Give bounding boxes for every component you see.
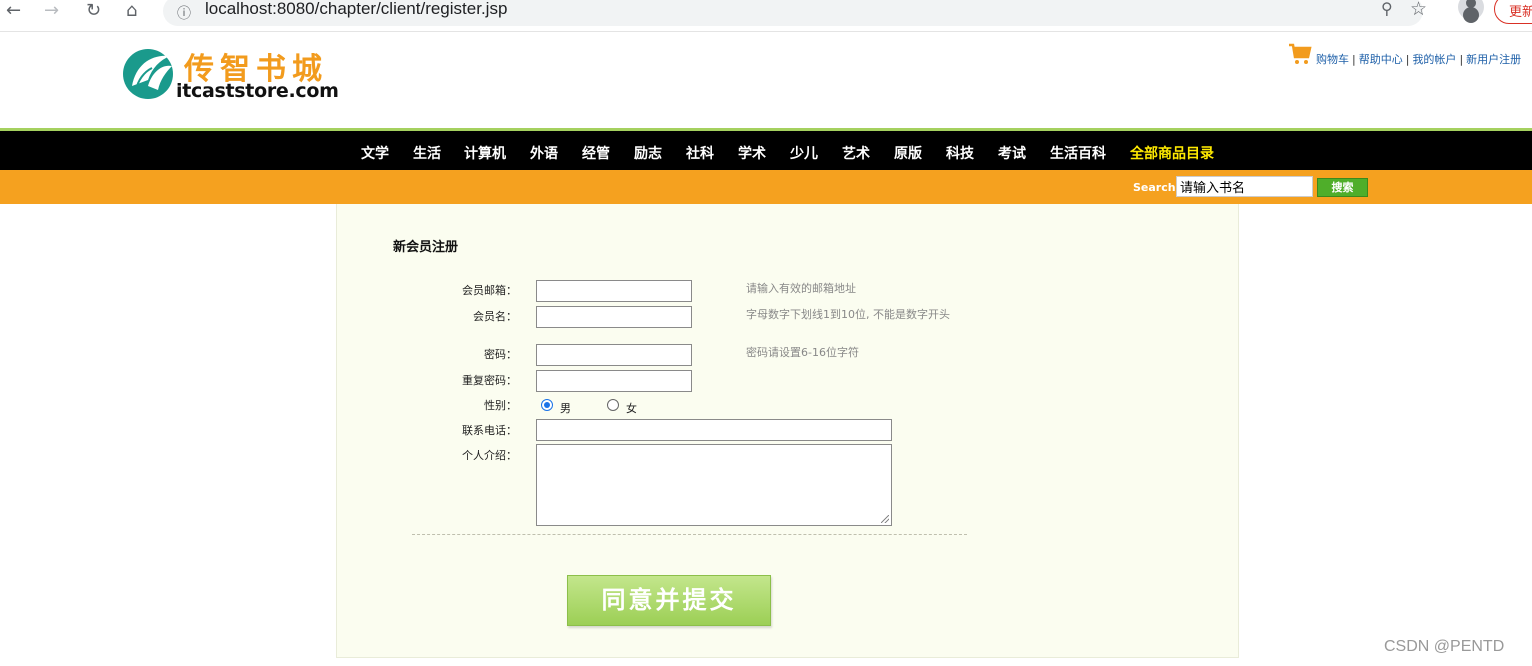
link-help[interactable]: 帮助中心: [1359, 53, 1403, 66]
logo-domain: itcaststore.com: [176, 80, 339, 102]
nav-item[interactable]: 科技: [946, 143, 974, 163]
forward-icon[interactable]: →: [44, 0, 59, 22]
category-nav: 文学 生活 计算机 外语 经管 励志 社科 学术 少儿 艺术 原版 科技 考试 …: [0, 128, 1532, 170]
submit-button[interactable]: 同意并提交: [567, 575, 771, 626]
password-field[interactable]: [536, 344, 692, 366]
search-label: Search: [1133, 181, 1176, 194]
zoom-icon[interactable]: ⚲: [1381, 0, 1393, 18]
form-title: 新会员注册: [393, 240, 459, 255]
gender-label: 性别：: [484, 399, 517, 412]
link-account[interactable]: 我的帐户: [1412, 53, 1456, 66]
update-button[interactable]: 更新: [1494, 0, 1532, 24]
phone-field[interactable]: [536, 419, 892, 441]
password-hint: 密码请设置6-16位字符: [746, 346, 859, 359]
email-field[interactable]: [536, 280, 692, 302]
email-hint: 请输入有效的邮箱地址: [746, 282, 856, 295]
repassword-field[interactable]: [536, 370, 692, 392]
intro-label: 个人介绍：: [462, 449, 517, 462]
username-hint: 字母数字下划线1到10位, 不能是数字开头: [746, 308, 950, 321]
nav-item-all-products[interactable]: 全部商品目录: [1130, 143, 1214, 163]
gender-female-radio[interactable]: [607, 399, 619, 411]
site-logo[interactable]: 传智书城 itcaststore.com: [122, 44, 342, 104]
nav-item[interactable]: 艺术: [842, 143, 870, 163]
password-label: 密码：: [484, 348, 517, 361]
phone-label: 联系电话：: [462, 424, 517, 437]
search-input[interactable]: [1176, 176, 1313, 197]
gender-male-radio[interactable]: [541, 399, 553, 411]
top-links: 购物车 | 帮助中心 | 我的帐户 | 新用户注册: [1288, 42, 1532, 70]
nav-item[interactable]: 经管: [582, 143, 610, 163]
back-icon[interactable]: ←: [6, 0, 21, 22]
search-button[interactable]: 搜索: [1317, 178, 1368, 197]
address-bar[interactable]: ⓘ localhost:8080/chapter/client/register…: [163, 0, 1423, 26]
home-icon[interactable]: ⌂: [126, 0, 137, 22]
nav-item[interactable]: 生活: [413, 143, 441, 163]
register-panel: 新会员注册 会员邮箱： 请输入有效的邮箱地址 会员名： 字母数字下划线1到10位…: [336, 204, 1239, 658]
nav-item[interactable]: 考试: [998, 143, 1026, 163]
intro-textarea[interactable]: [536, 444, 892, 526]
link-register[interactable]: 新用户注册: [1466, 53, 1521, 66]
browser-toolbar: ← → ↻ ⌂ ⓘ localhost:8080/chapter/client/…: [0, 0, 1532, 32]
username-field[interactable]: [536, 306, 692, 328]
repassword-label: 重复密码：: [462, 374, 517, 387]
watermark: CSDN @PENTD: [1384, 638, 1505, 655]
nav-item[interactable]: 计算机: [464, 143, 506, 163]
username-label: 会员名：: [473, 310, 517, 323]
nav-item[interactable]: 外语: [530, 143, 558, 163]
nav-item[interactable]: 文学: [361, 143, 389, 163]
email-label: 会员邮箱：: [462, 284, 517, 297]
form-divider: [412, 534, 967, 535]
nav-item[interactable]: 学术: [738, 143, 766, 163]
nav-item[interactable]: 生活百科: [1050, 143, 1106, 163]
nav-item[interactable]: 少儿: [790, 143, 818, 163]
nav-item[interactable]: 社科: [686, 143, 714, 163]
link-cart[interactable]: 购物车: [1316, 53, 1349, 66]
nav-item[interactable]: 励志: [634, 143, 662, 163]
gender-female-label: 女: [626, 402, 637, 415]
reload-icon[interactable]: ↻: [86, 0, 101, 22]
profile-avatar-icon[interactable]: [1458, 0, 1484, 20]
site-info-icon[interactable]: ⓘ: [177, 3, 191, 23]
cart-icon[interactable]: [1288, 42, 1312, 66]
logo-mark-icon: [123, 49, 173, 99]
bookmark-star-icon[interactable]: ☆: [1410, 0, 1427, 20]
url-text[interactable]: localhost:8080/chapter/client/register.j…: [205, 0, 507, 19]
nav-item[interactable]: 原版: [894, 143, 922, 163]
gender-male-label: 男: [560, 402, 571, 415]
search-bar: Search 搜索: [0, 170, 1532, 204]
